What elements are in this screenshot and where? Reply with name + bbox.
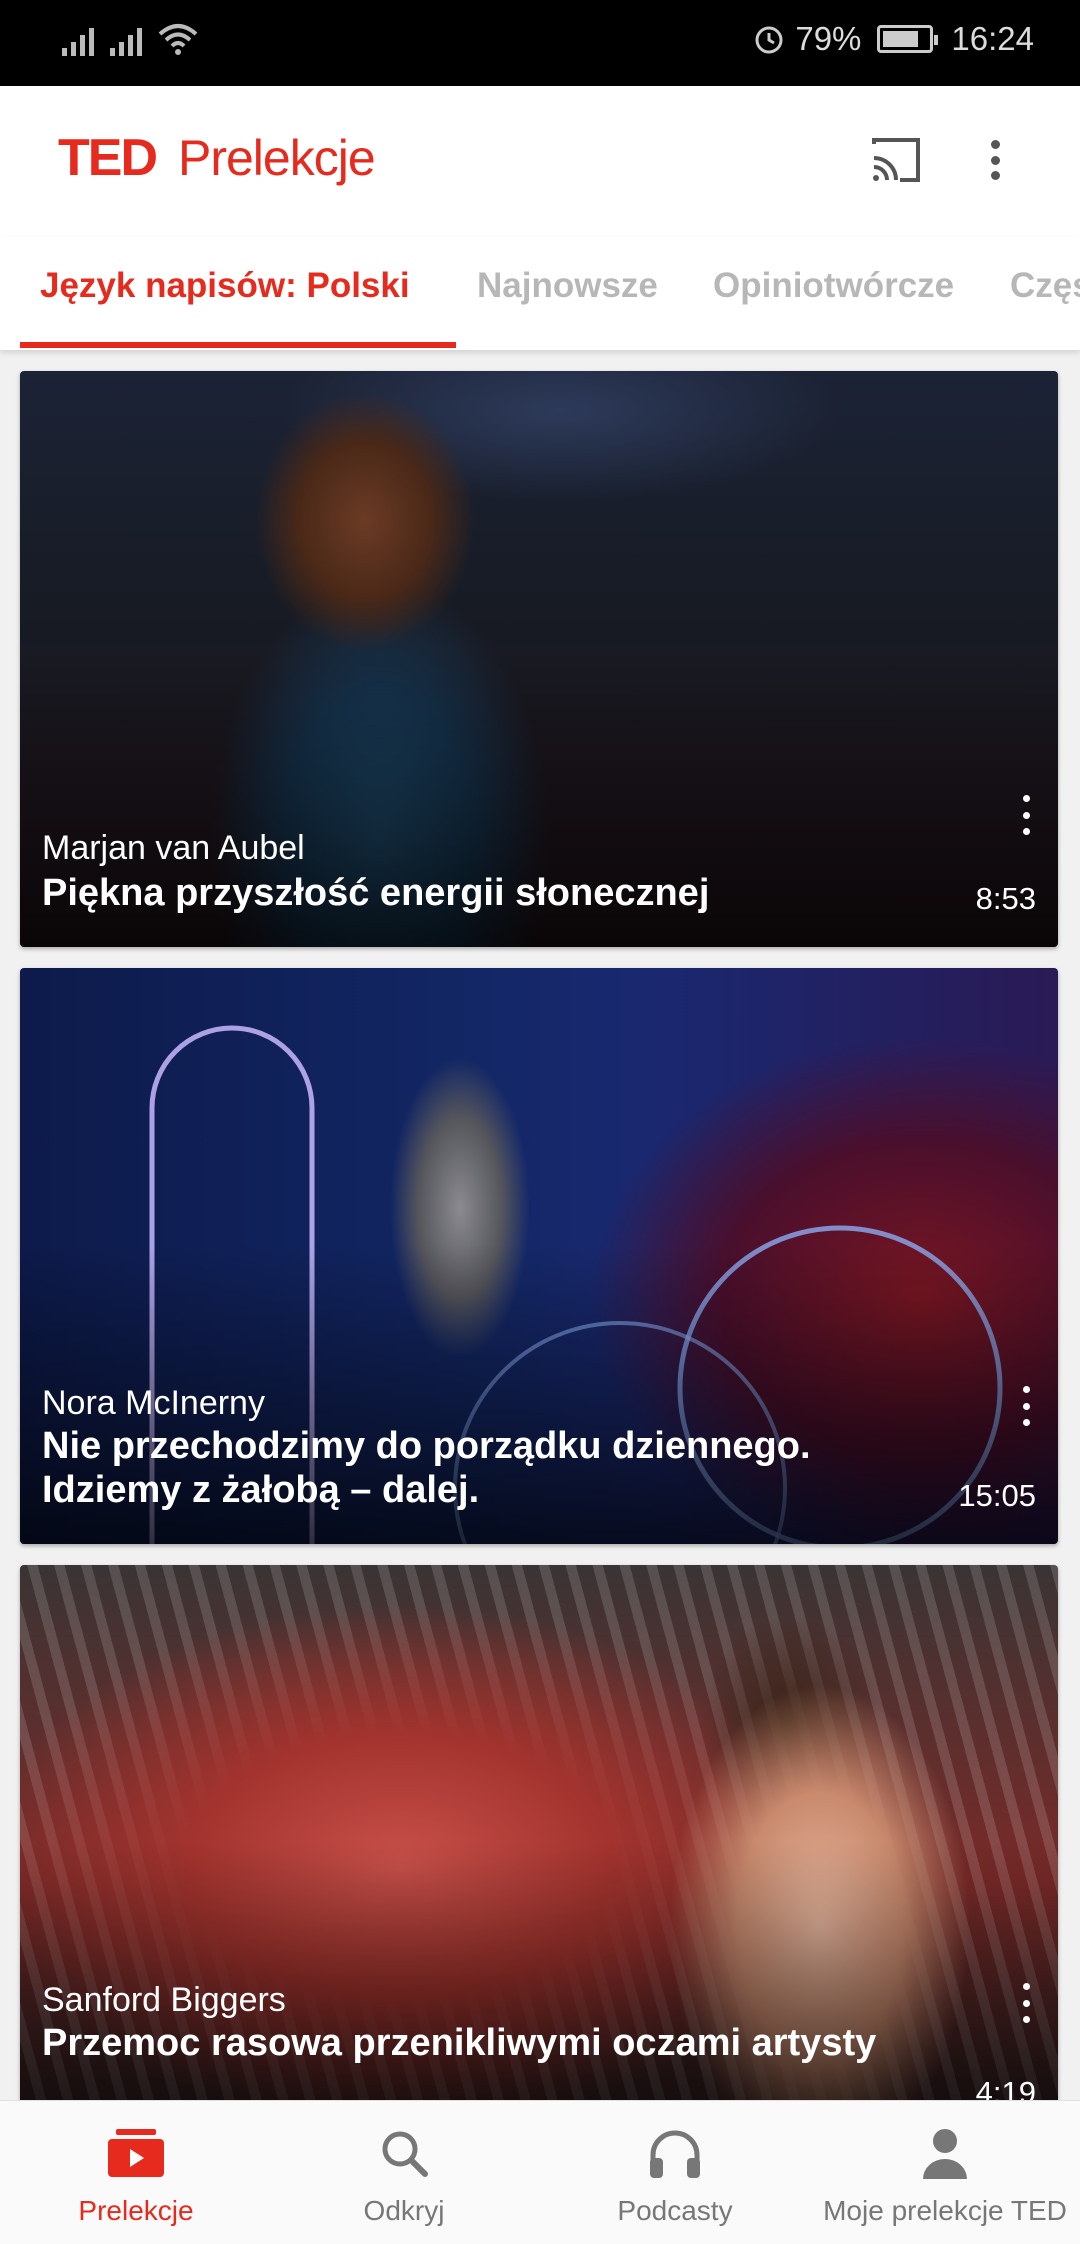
active-tab-indicator: [20, 342, 456, 348]
logo-brand: TED: [58, 129, 158, 187]
app-bar: TED Prelekcje: [0, 86, 1080, 236]
more-vert-icon[interactable]: [980, 134, 1010, 186]
card-more-icon[interactable]: [1016, 1983, 1036, 2023]
wifi-icon: [158, 24, 198, 55]
nav-my-talks[interactable]: Moje prelekcje TED: [820, 2101, 1070, 2244]
talk-speaker: Marjan van Aubel: [42, 829, 305, 867]
status-bar-left: [62, 22, 198, 56]
talk-duration: 4:19: [975, 2075, 1036, 2100]
talks-feed[interactable]: Marjan van Aubel Piękna przyszłość energ…: [0, 350, 1080, 2100]
tab-trending[interactable]: Opiniotwórcze: [713, 266, 954, 306]
status-bar-right: 79% 16:24: [753, 20, 1034, 58]
nav-label: Moje prelekcje TED: [823, 2195, 1067, 2226]
headphones-icon: [645, 2125, 705, 2181]
talk-title: Przemoc rasowa przenikliwymi oczami arty…: [42, 2022, 877, 2064]
status-bar: 79% 16:24: [0, 0, 1080, 86]
logo-title: Prelekcje: [178, 130, 376, 186]
card-more-icon[interactable]: [1016, 795, 1036, 835]
battery-percent: 79%: [795, 20, 862, 57]
bottom-navigation: Prelekcje Odkryj Podcasty Moje prelekcje…: [0, 2100, 1080, 2244]
talk-duration: 15:05: [958, 1478, 1036, 1513]
signal-icon-2: [110, 22, 142, 56]
tab-partial[interactable]: Częs: [1010, 266, 1080, 306]
talk-card[interactable]: Marjan van Aubel Piękna przyszłość energ…: [20, 371, 1058, 947]
signal-icon: [62, 22, 94, 56]
category-tabs: Język napisów: Polski Najnowsze Opiniotw…: [0, 236, 1080, 350]
battery-level: [883, 31, 919, 47]
tab-newest[interactable]: Najnowsze: [477, 266, 658, 306]
search-icon: [374, 2125, 434, 2181]
cast-icon[interactable]: [868, 134, 924, 186]
nav-label: Podcasty: [617, 2195, 733, 2226]
talk-title: Piękna przyszłość energii słonecznej: [42, 872, 710, 914]
profile-icon: [915, 2125, 975, 2181]
talk-duration: 8:53: [975, 881, 1036, 916]
nav-discover[interactable]: Odkryj: [324, 2101, 484, 2244]
talk-speaker: Nora McInerny: [42, 1384, 265, 1422]
clock: 16:24: [951, 20, 1034, 57]
talk-card[interactable]: Sanford Biggers Przemoc rasowa przenikli…: [20, 1565, 1058, 2100]
talk-card[interactable]: Nora McInerny Nie przechodzimy do porząd…: [20, 968, 1058, 1544]
talks-icon: [106, 2125, 166, 2181]
ted-app-screen: 79% 16:24 TED Prelekcje Język napisów: P…: [0, 0, 1080, 2244]
battery-icon: [877, 25, 939, 53]
app-logo: TED Prelekcje: [58, 128, 376, 188]
nav-talks[interactable]: Prelekcje: [56, 2101, 216, 2244]
talk-title: Nie przechodzimy do porządku dziennego. …: [42, 1425, 811, 1511]
alarm-icon: [755, 26, 783, 54]
card-more-icon[interactable]: [1016, 1386, 1036, 1426]
talk-speaker: Sanford Biggers: [42, 1981, 286, 2019]
nav-label: Prelekcje: [78, 2195, 194, 2226]
nav-label: Odkryj: [363, 2195, 445, 2226]
tab-subtitle-language[interactable]: Język napisów: Polski: [40, 266, 410, 306]
nav-podcasts[interactable]: Podcasty: [590, 2101, 760, 2244]
